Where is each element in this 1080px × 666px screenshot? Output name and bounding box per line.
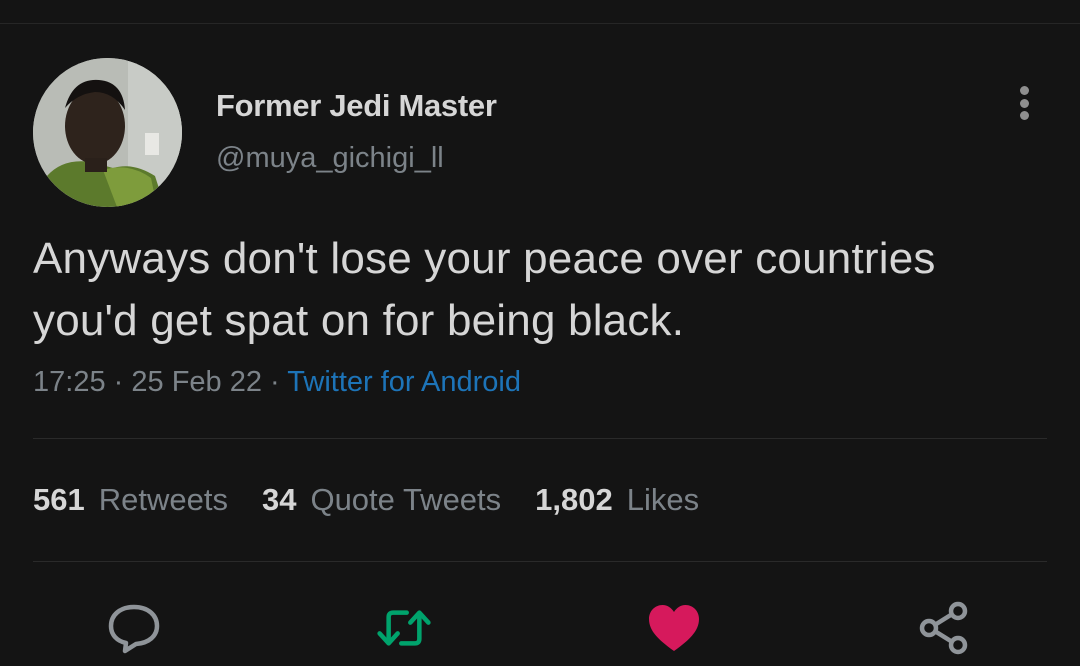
retweet-button[interactable] xyxy=(376,600,432,656)
more-options-button[interactable] xyxy=(1008,82,1040,124)
avatar[interactable] xyxy=(33,58,182,207)
top-divider xyxy=(0,23,1080,24)
more-dot xyxy=(1019,86,1029,95)
tweet-text: Anyways don't lose your peace over count… xyxy=(33,228,1043,352)
tweet-date[interactable]: 25 Feb 22 xyxy=(131,366,262,398)
quote-tweets-label: Quote Tweets xyxy=(310,482,502,517)
likes-stat[interactable]: 1,802 Likes xyxy=(535,482,699,518)
tweet-meta: 17:25 · 25 Feb 22 · Twitter for Android xyxy=(33,366,521,399)
avatar-image xyxy=(33,58,182,207)
author-display-name[interactable]: Former Jedi Master xyxy=(216,88,497,124)
author-handle[interactable]: @muya_gichigi_ll xyxy=(216,142,444,175)
retweets-label: Retweets xyxy=(98,482,228,517)
engagement-stats: 561 Retweets 34 Quote Tweets 1,802 Likes xyxy=(33,482,699,518)
reply-button[interactable] xyxy=(106,600,162,656)
likes-label: Likes xyxy=(626,482,700,517)
tweet-text-line: you'd get spat on for being black. xyxy=(33,296,685,345)
retweets-count: 561 xyxy=(33,482,85,517)
likes-count: 1,802 xyxy=(535,482,613,517)
tweet-source-link[interactable]: Twitter for Android xyxy=(287,366,521,398)
tweet-detail-page: Former Jedi Master @muya_gichigi_ll Anyw… xyxy=(0,0,1080,666)
retweet-arrows-icon xyxy=(377,610,431,646)
share-button[interactable] xyxy=(916,600,972,656)
more-dot xyxy=(1019,111,1029,120)
share-nodes-icon xyxy=(919,601,968,655)
meta-separator: · xyxy=(113,366,124,398)
quote-tweets-count: 34 xyxy=(261,482,297,517)
like-button[interactable] xyxy=(646,600,702,656)
divider xyxy=(33,561,1047,562)
tweet-time[interactable]: 17:25 xyxy=(33,366,106,398)
meta-separator: · xyxy=(270,366,280,398)
divider xyxy=(33,438,1047,439)
retweets-stat[interactable]: 561 Retweets xyxy=(33,482,228,518)
more-dot xyxy=(1019,98,1029,108)
tweet-text-line: Anyways don't lose your peace over count… xyxy=(33,234,936,283)
heart-icon xyxy=(649,605,699,651)
quote-tweets-stat[interactable]: 34 Quote Tweets xyxy=(262,482,501,518)
speech-bubble-icon xyxy=(108,604,160,654)
